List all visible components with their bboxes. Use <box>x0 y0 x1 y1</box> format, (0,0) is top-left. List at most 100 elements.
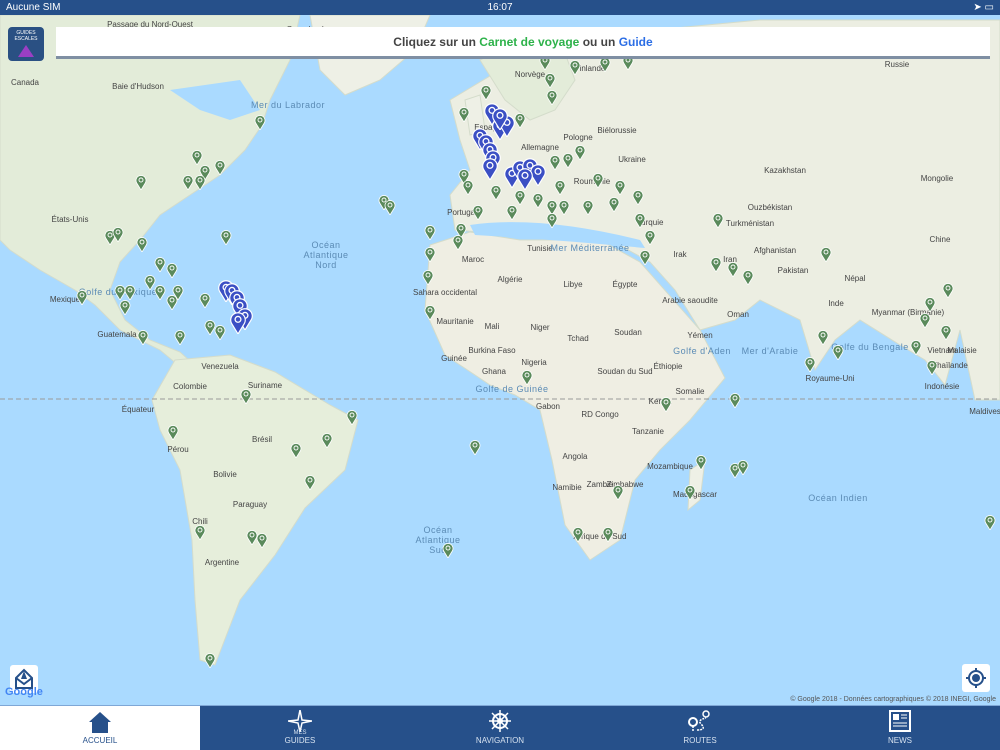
carnet-pin[interactable] <box>154 285 166 300</box>
carnet-pin[interactable] <box>574 145 586 160</box>
guide-link[interactable]: Guide <box>619 35 653 49</box>
carnet-pin[interactable] <box>804 357 816 372</box>
carnet-pin[interactable] <box>424 225 436 240</box>
carnet-pin[interactable] <box>926 360 938 375</box>
carnet-pin[interactable] <box>695 455 707 470</box>
carnet-pin[interactable] <box>546 213 558 228</box>
carnet-pin[interactable] <box>562 153 574 168</box>
carnet-pin[interactable] <box>924 297 936 312</box>
carnet-pin[interactable] <box>599 57 611 72</box>
carnet-pin[interactable] <box>154 257 166 272</box>
carnet-pin[interactable] <box>346 410 358 425</box>
carnet-pin[interactable] <box>304 475 316 490</box>
carnet-pin[interactable] <box>549 155 561 170</box>
carnet-pin[interactable] <box>546 90 558 105</box>
tab-navigation[interactable]: NAVIGATION <box>400 706 600 750</box>
carnet-pin[interactable] <box>424 305 436 320</box>
carnet-pin[interactable] <box>940 325 952 340</box>
carnet-pin[interactable] <box>480 85 492 100</box>
carnet-pin[interactable] <box>608 197 620 212</box>
locate-me-button[interactable] <box>962 664 990 692</box>
carnet-pin[interactable] <box>684 485 696 500</box>
tab-mes-guides[interactable]: MES GUIDES <box>200 706 400 750</box>
carnet-pin[interactable] <box>204 653 216 668</box>
carnet-pin[interactable] <box>194 525 206 540</box>
carnet-pin[interactable] <box>182 175 194 190</box>
carnet-pin[interactable] <box>569 60 581 75</box>
carnet-pin[interactable] <box>256 533 268 548</box>
carnet-pin[interactable] <box>712 213 724 228</box>
carnet-pin[interactable] <box>727 262 739 277</box>
carnet-pin[interactable] <box>602 527 614 542</box>
carnet-pin[interactable] <box>639 250 651 265</box>
carnet-pin[interactable] <box>817 330 829 345</box>
carnet-pin[interactable] <box>582 200 594 215</box>
guide-pin[interactable] <box>492 108 508 130</box>
carnet-pin[interactable] <box>124 285 136 300</box>
carnet-pin[interactable] <box>514 190 526 205</box>
carnet-pin[interactable] <box>119 300 131 315</box>
carnet-pin[interactable] <box>135 175 147 190</box>
carnet-pin[interactable] <box>214 325 226 340</box>
carnet-pin[interactable] <box>191 150 203 165</box>
carnet-pin[interactable] <box>240 389 252 404</box>
carnet-pin[interactable] <box>942 283 954 298</box>
carnet-pin[interactable] <box>614 180 626 195</box>
world-map[interactable]: CanadaBaie d'HudsonMer du LabradorGroenl… <box>0 15 1000 705</box>
carnet-pin[interactable] <box>194 175 206 190</box>
carnet-pin[interactable] <box>462 180 474 195</box>
carnet-pin[interactable] <box>742 270 754 285</box>
carnet-pin[interactable] <box>737 460 749 475</box>
app-logo[interactable]: GUIDES ESCALES <box>8 27 44 61</box>
carnet-pin[interactable] <box>490 185 502 200</box>
carnet-pin[interactable] <box>422 270 434 285</box>
carnet-pin[interactable] <box>384 200 396 215</box>
tab-routes[interactable]: ROUTES <box>600 706 800 750</box>
carnet-pin[interactable] <box>984 515 996 530</box>
carnet-pin[interactable] <box>174 330 186 345</box>
carnet-pin[interactable] <box>137 330 149 345</box>
carnet-pin[interactable] <box>919 313 931 328</box>
carnet-pin[interactable] <box>254 115 266 130</box>
carnet-pin[interactable] <box>632 190 644 205</box>
carnet-pin[interactable] <box>214 160 226 175</box>
guide-pin[interactable] <box>517 168 533 190</box>
carnet-link[interactable]: Carnet de voyage <box>479 35 579 49</box>
carnet-pin[interactable] <box>820 247 832 262</box>
carnet-pin[interactable] <box>572 527 584 542</box>
carnet-pin[interactable] <box>442 543 454 558</box>
carnet-pin[interactable] <box>166 295 178 310</box>
carnet-pin[interactable] <box>220 230 232 245</box>
carnet-pin[interactable] <box>832 345 844 360</box>
carnet-pin[interactable] <box>112 227 124 242</box>
carnet-pin[interactable] <box>634 213 646 228</box>
carnet-pin[interactable] <box>452 235 464 250</box>
carnet-pin[interactable] <box>199 293 211 308</box>
carnet-pin[interactable] <box>554 180 566 195</box>
carnet-pin[interactable] <box>910 340 922 355</box>
carnet-pin[interactable] <box>136 237 148 252</box>
carnet-pin[interactable] <box>544 73 556 88</box>
carnet-pin[interactable] <box>612 485 624 500</box>
carnet-pin[interactable] <box>469 440 481 455</box>
carnet-pin[interactable] <box>660 397 672 412</box>
carnet-pin[interactable] <box>167 425 179 440</box>
carnet-pin[interactable] <box>472 205 484 220</box>
carnet-pin[interactable] <box>521 370 533 385</box>
carnet-pin[interactable] <box>558 200 570 215</box>
carnet-pin[interactable] <box>76 290 88 305</box>
carnet-pin[interactable] <box>166 263 178 278</box>
carnet-pin[interactable] <box>514 113 526 128</box>
guide-pin[interactable] <box>230 312 246 334</box>
carnet-pin[interactable] <box>710 257 722 272</box>
guide-pin[interactable] <box>482 158 498 180</box>
carnet-pin[interactable] <box>592 173 604 188</box>
carnet-pin[interactable] <box>458 107 470 122</box>
carnet-pin[interactable] <box>644 230 656 245</box>
carnet-pin[interactable] <box>114 285 126 300</box>
carnet-pin[interactable] <box>532 193 544 208</box>
carnet-pin[interactable] <box>321 433 333 448</box>
tab-accueil[interactable]: ACCUEIL <box>0 706 200 750</box>
carnet-pin[interactable] <box>290 443 302 458</box>
carnet-pin[interactable] <box>424 247 436 262</box>
